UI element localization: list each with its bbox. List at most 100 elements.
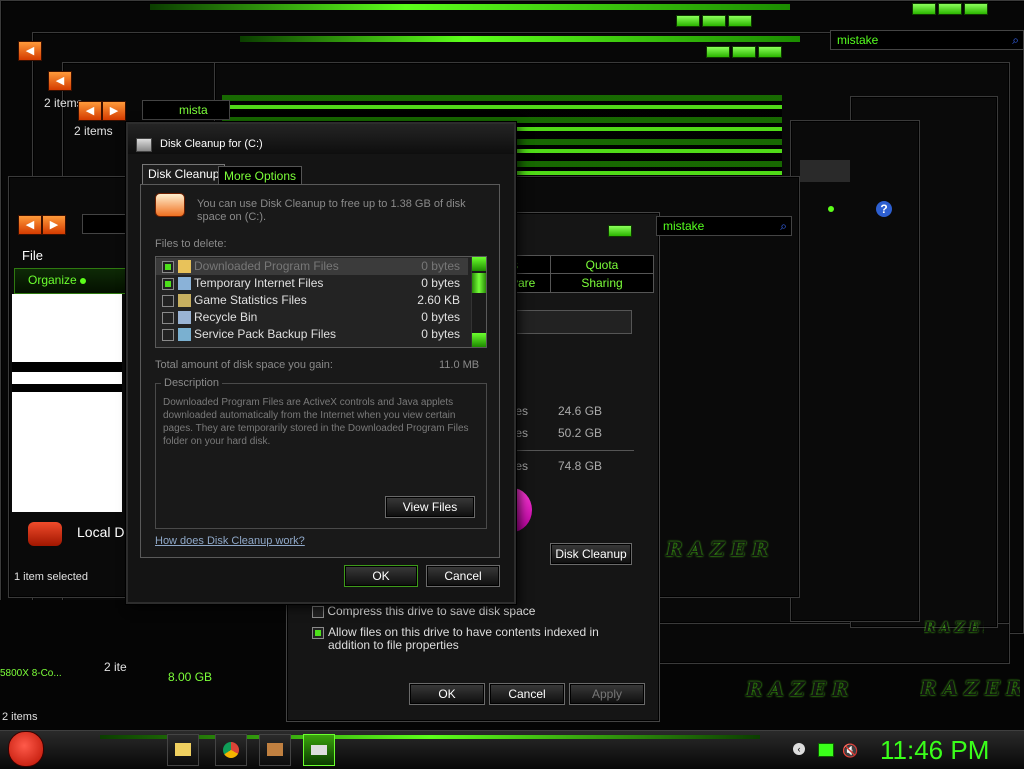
help-link[interactable]: How does Disk Cleanup work? <box>155 535 305 547</box>
taskbar-app-button[interactable] <box>259 734 291 766</box>
properties-cancel-button[interactable]: Cancel <box>489 683 565 705</box>
items-count: 2 ite <box>104 660 127 674</box>
organize-button[interactable]: Organize <box>28 273 87 287</box>
items-count: 2 items <box>44 96 83 110</box>
start-button[interactable] <box>8 731 44 767</box>
disk-cleanup-button[interactable]: Disk Cleanup <box>550 543 632 565</box>
checkbox[interactable] <box>162 329 174 341</box>
razer-logo: RAZER <box>746 677 855 701</box>
window-controls[interactable] <box>676 15 752 27</box>
background-window-6 <box>790 120 920 622</box>
help-icon[interactable]: ? <box>876 201 892 217</box>
tab-disk-cleanup[interactable]: Disk Cleanup <box>142 164 226 185</box>
list-item[interactable]: Downloaded Program Files 0 bytes <box>156 258 468 275</box>
ok-button[interactable]: OK <box>344 565 418 587</box>
total-gain-value: 11.0 MB <box>439 359 480 371</box>
search-icon[interactable]: ⌕ <box>1012 31 1019 49</box>
view-files-button[interactable]: View Files <box>385 496 475 518</box>
navigation-pane <box>12 294 122 512</box>
items-count: 2 items <box>74 124 113 138</box>
drive-name-field[interactable] <box>506 310 632 334</box>
system-tray-arrow-icon[interactable]: ‹ <box>793 743 805 755</box>
drive-label[interactable]: Local D <box>77 524 124 540</box>
taskbar: ‹ 🔇 11:46 PM <box>0 730 1024 769</box>
razer-logo: RAZER <box>920 676 1020 700</box>
back-button[interactable]: ◀ <box>78 101 102 121</box>
cancel-button[interactable]: Cancel <box>426 565 500 587</box>
status-bar-text: 1 item selected <box>14 571 88 583</box>
cleanup-drive-icon <box>155 193 185 217</box>
properties-apply-button[interactable]: Apply <box>569 683 645 705</box>
search-input[interactable]: mistake ⌕ <box>830 30 1024 50</box>
disk-cleanup-icon <box>267 743 283 756</box>
address-bar[interactable] <box>82 214 130 234</box>
tab-panel: You can use Disk Cleanup to free up to 1… <box>140 184 500 558</box>
razer-logo: RAZER <box>666 537 775 561</box>
disk-cleanup-dialog: Disk Cleanup for (C:) Disk Cleanup More … <box>126 122 516 604</box>
search-input[interactable]: mistake ⌕ <box>656 216 792 236</box>
clock[interactable]: 11:46 PM <box>880 735 989 766</box>
description-legend: Description <box>161 377 223 389</box>
background-panel <box>0 600 290 730</box>
back-button[interactable]: ◀ <box>18 215 42 235</box>
checkbox[interactable] <box>162 312 174 324</box>
forward-button[interactable]: ▶ <box>102 101 126 121</box>
tab-sharing[interactable]: Sharing <box>550 273 654 293</box>
scroll-up-arrow-icon[interactable] <box>472 257 486 271</box>
cpu-label: 5800X 8-Co... <box>0 668 62 679</box>
window-controls[interactable] <box>912 3 988 15</box>
menu-file[interactable]: File <box>22 248 43 263</box>
list-item[interactable]: Recycle Bin 0 bytes <box>156 309 468 326</box>
back-button[interactable]: ◀ <box>48 71 72 91</box>
window-glow-stripe <box>150 4 790 10</box>
properties-ok-button[interactable]: OK <box>409 683 485 705</box>
scroll-down-arrow-icon[interactable] <box>472 333 486 347</box>
files-list[interactable]: Downloaded Program Files 0 bytes Tempora… <box>155 256 487 348</box>
window-controls[interactable] <box>608 225 632 237</box>
checkbox[interactable] <box>162 261 174 273</box>
folder-icon <box>175 743 191 756</box>
chrome-icon <box>223 742 239 758</box>
window-glow-stripe <box>240 36 800 42</box>
drive-size: 8.00 GB <box>168 670 213 684</box>
window-controls[interactable] <box>706 46 782 58</box>
tab-more-options[interactable]: More Options <box>218 166 303 186</box>
used-space-value: 24.6 GB <box>558 404 603 418</box>
scroll-thumb[interactable] <box>472 273 486 293</box>
description-text: Downloaded Program Files are ActiveX con… <box>163 397 469 447</box>
forward-button[interactable]: ▶ <box>42 215 66 235</box>
recycle-bin-icon <box>178 311 191 324</box>
address-bar[interactable]: mista <box>142 100 230 120</box>
checkbox[interactable] <box>162 295 174 307</box>
taskbar-explorer-button[interactable] <box>167 734 199 766</box>
list-item[interactable]: Service Pack Backup Files 0 bytes <box>156 326 468 343</box>
checkbox[interactable] <box>312 627 324 639</box>
items-count: 2 items <box>2 711 38 723</box>
dialog-title: Disk Cleanup for (C:) <box>160 138 263 150</box>
capacity-value: 74.8 GB <box>558 459 603 473</box>
scrollbar-track[interactable] <box>800 160 850 182</box>
checkbox[interactable] <box>162 278 174 290</box>
search-icon[interactable]: ⌕ <box>780 217 787 235</box>
volume-muted-icon[interactable]: 🔇 <box>842 743 858 759</box>
tab-quota[interactable]: Quota <box>550 255 654 275</box>
files-to-delete-label: Files to delete: <box>155 238 227 250</box>
divider <box>506 450 634 451</box>
back-button[interactable]: ◀ <box>18 41 42 61</box>
checkbox[interactable] <box>312 605 324 618</box>
list-item[interactable]: Temporary Internet Files 0 bytes <box>156 275 468 292</box>
list-item[interactable]: Game Statistics Files 2.60 KB <box>156 292 468 309</box>
navigation-pane-dark-band <box>12 362 122 372</box>
taskbar-disk-cleanup-button[interactable] <box>303 734 335 766</box>
internet-files-icon <box>178 277 191 290</box>
navigation-pane-dark-band <box>12 384 122 392</box>
compress-checkbox[interactable]: Compress this drive to save disk space <box>312 604 535 618</box>
free-space-value: 50.2 GB <box>558 426 603 440</box>
list-scrollbar[interactable] <box>471 257 486 347</box>
razer-logo: RAZER <box>924 620 984 636</box>
action-center-icon[interactable] <box>818 743 834 757</box>
taskbar-chrome-button[interactable] <box>215 734 247 766</box>
total-gain-label: Total amount of disk space you gain: <box>155 359 333 371</box>
green-dot-icon <box>828 206 834 212</box>
taskbar-glow <box>100 735 760 739</box>
